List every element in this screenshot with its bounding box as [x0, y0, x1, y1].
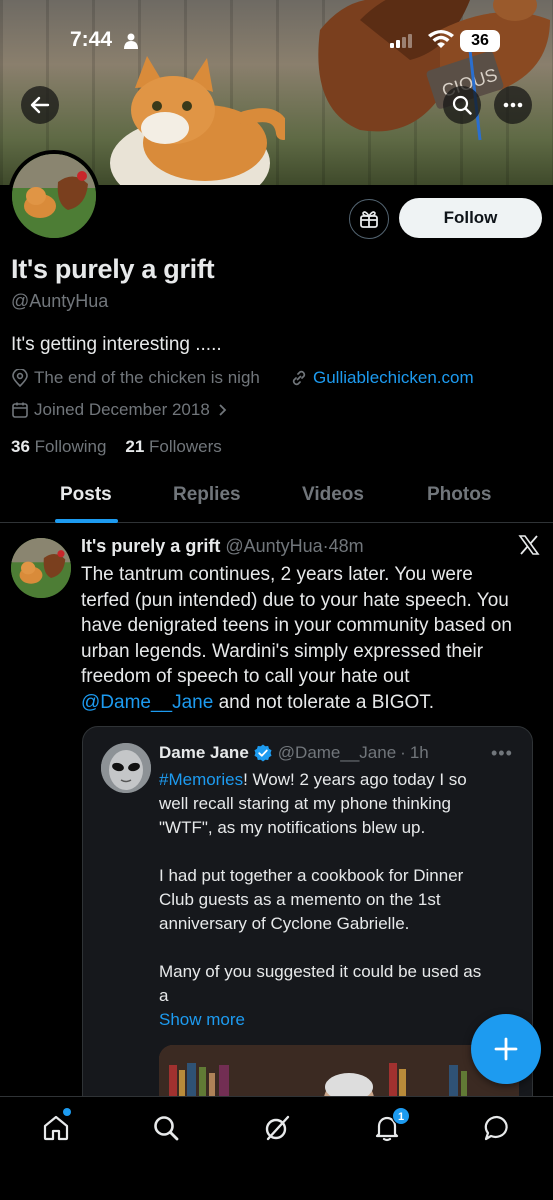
chat-bubble-icon [484, 1115, 508, 1141]
profile-tabs: Posts Replies Videos Photos [0, 475, 553, 523]
quoted-post-body: #Memories! Wow! 2 years ago today I so w… [159, 768, 519, 1032]
website-link[interactable]: Gulliablechicken.com [313, 368, 474, 388]
avatar-cat-chicken-image [12, 154, 96, 238]
post-line: The tantrum continues, 2 years later. Yo… [81, 564, 473, 585]
avatar-cat-chicken-image [11, 538, 71, 598]
grok-icon [265, 1115, 290, 1141]
more-horizontal-icon [503, 102, 523, 108]
nav-notifications[interactable]: 1 [367, 1107, 410, 1145]
tab-photos[interactable]: Photos [427, 484, 491, 506]
post-author-handle[interactable]: @AuntyHua [225, 536, 322, 556]
location-pin-icon [12, 369, 28, 387]
quoted-author-handle[interactable]: @Dame__Jane [278, 743, 396, 763]
chevron-right-icon [219, 404, 227, 416]
profile-bio: It's getting interesting ..... [11, 334, 222, 355]
post-line: terfed (pun intended) due to your hate s… [81, 589, 509, 611]
active-tab-indicator [55, 519, 118, 523]
tab-videos[interactable]: Videos [302, 484, 364, 506]
follow-button[interactable]: Follow [399, 198, 542, 238]
quoted-line: a [159, 986, 169, 1005]
status-time: 7:44 [70, 28, 113, 51]
home-icon [43, 1115, 69, 1141]
quoted-line: #Memories! Wow! 2 years ago today I so [159, 768, 519, 792]
quoted-line: Club guests as a memento on the 1st [159, 890, 441, 909]
quoted-line: well recall staring at my phone thinking [159, 794, 451, 813]
hashtag-link[interactable]: #Memories [159, 770, 243, 789]
location-text: The end of the chicken is nigh [34, 368, 260, 387]
banner-cat-image [110, 56, 285, 185]
search-button[interactable] [443, 86, 481, 124]
plus-icon [494, 1037, 518, 1061]
profile-joined[interactable]: Joined December 2018 [11, 400, 232, 420]
x-logo-icon [518, 535, 540, 555]
compose-post-button[interactable] [471, 1014, 541, 1084]
back-button[interactable] [21, 86, 59, 124]
post-line: urban legends. Wardini's simply expresse… [81, 640, 484, 662]
post-header: It's purely a grift @AuntyHua·48m [81, 536, 364, 557]
quoted-author-avatar[interactable] [101, 743, 151, 793]
quoted-line: anniversary of Cyclone Gabrielle. [159, 914, 410, 933]
joined-text: Joined December 2018 [34, 400, 210, 419]
wifi-icon [428, 30, 454, 48]
tab-posts[interactable]: Posts [60, 484, 112, 506]
post-body: The tantrum continues, 2 years later. Yo… [81, 562, 546, 715]
calendar-icon [12, 402, 28, 418]
followers-label: Followers [149, 437, 222, 456]
post-line: freedom of speech to call your hate out [81, 666, 410, 687]
nav-messages[interactable] [477, 1111, 517, 1145]
gift-button[interactable] [349, 199, 389, 239]
search-icon [154, 1116, 179, 1141]
quoted-separator-dot: · [400, 743, 406, 762]
more-options-button[interactable] [494, 86, 532, 124]
show-more-link[interactable]: Show more [159, 1008, 519, 1032]
link-icon [292, 370, 306, 386]
quoted-author-name[interactable]: Dame Jane [159, 743, 249, 763]
bottom-navigation: 1 [0, 1096, 553, 1200]
quoted-more-options-icon[interactable]: ••• [491, 743, 513, 764]
follow-stats: 36 Following 21 Followers [11, 437, 222, 457]
following-stat[interactable]: 36 Following [11, 437, 106, 456]
quoted-line-rest: ! Wow! 2 years ago today I so [243, 770, 467, 789]
following-count: 36 [11, 437, 30, 456]
profile-website[interactable]: Gulliablechicken.com [290, 368, 474, 388]
post-author-avatar[interactable] [11, 538, 71, 598]
verified-badge-icon [254, 744, 272, 762]
post-mention-link[interactable]: @Dame__Jane [81, 692, 213, 713]
arrow-left-icon [30, 96, 50, 114]
nav-home[interactable] [36, 1108, 76, 1145]
post-line: have denigrated teens in your community … [81, 615, 512, 636]
profile-handle: @AuntyHua [11, 291, 109, 311]
post-body-end: and not tolerate a BIGOT. [213, 691, 435, 713]
notifications-badge: 1 [392, 1107, 410, 1125]
search-icon [452, 95, 472, 115]
cellular-signal-icon [390, 34, 412, 48]
tab-replies[interactable]: Replies [173, 484, 241, 506]
quoted-post-card[interactable]: Dame Jane @Dame__Jane · 1h ••• #Memories! … [82, 726, 533, 1126]
following-label: Following [34, 437, 107, 456]
profile-display-name: It's purely a grift [11, 254, 215, 284]
quoted-post-time: 1h [409, 743, 429, 762]
post-author-name[interactable]: It's purely a grift [81, 536, 220, 556]
home-new-dot [63, 1108, 71, 1116]
post-time: 48m [328, 536, 364, 556]
profile-location: The end of the chicken is nigh [11, 368, 260, 388]
post-line-final: @Dame__Jane and not tolerate a BIGOT. [81, 690, 546, 716]
followers-count: 21 [125, 437, 145, 456]
profile-avatar[interactable] [8, 150, 100, 242]
status-bar: 7:44 36 [0, 26, 553, 58]
person-icon [124, 33, 138, 49]
quoted-line: I had put together a cookbook for Dinner [159, 866, 464, 885]
alien-face-avatar-image [101, 743, 151, 793]
quoted-post-header: Dame Jane @Dame__Jane · 1h [159, 743, 429, 763]
gift-icon [360, 211, 378, 228]
nav-grok[interactable] [257, 1111, 297, 1145]
quoted-line: "WTF", as my notifications blew up. [159, 818, 426, 837]
followers-stat[interactable]: 21 Followers [125, 437, 221, 456]
quoted-line: Many of you suggested it could be used a… [159, 962, 482, 981]
battery-indicator: 36 [460, 30, 500, 52]
nav-search[interactable] [146, 1111, 186, 1145]
